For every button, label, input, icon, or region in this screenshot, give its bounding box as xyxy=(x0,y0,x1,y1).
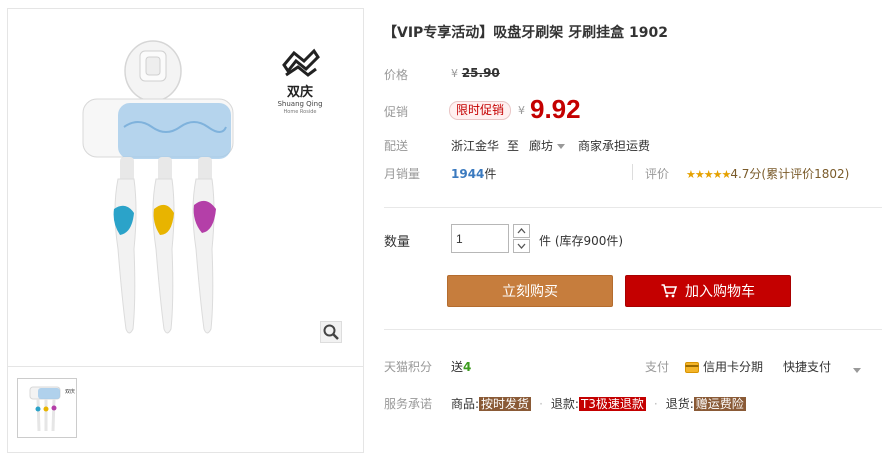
separator-dot: · xyxy=(653,397,658,411)
quantity-increase-button[interactable] xyxy=(513,224,530,238)
divider xyxy=(384,329,882,330)
promo-tag: 限时促销 xyxy=(449,101,512,120)
service-label: 服务承诺 xyxy=(384,397,433,411)
divider xyxy=(632,164,633,180)
service-items: 商品: 按时发货 · 退款: T3极速退款 · 退货: 赠运费险 xyxy=(451,395,746,412)
magnifier-icon xyxy=(323,324,339,340)
star-rating-icon: ★★★★★ xyxy=(686,168,731,181)
quantity-decrease-button[interactable] xyxy=(513,239,530,253)
chevron-down-icon[interactable] xyxy=(853,363,861,377)
promo-label: 促销 xyxy=(384,105,409,119)
promo-yen-symbol: ¥ xyxy=(518,104,525,117)
product-gallery: 双庆 Shuang Qing Home Roside 双庆 xyxy=(7,8,364,453)
delivery-city-value: 廊坊 xyxy=(529,139,554,153)
buy-now-label: 立刻购买 xyxy=(502,284,558,300)
dropdown-arrow xyxy=(853,368,861,373)
sales-count: 1944 xyxy=(451,167,485,181)
divider xyxy=(384,207,882,208)
credit-installment[interactable]: 信用卡分期 xyxy=(685,358,763,375)
points-send: 送 xyxy=(451,360,464,374)
brand-logo: 双庆 Shuang Qing Home Roside xyxy=(270,47,330,116)
service-prefix: 退货: xyxy=(665,397,694,411)
chevron-down-icon xyxy=(557,144,566,149)
original-price: ¥ 25.90 xyxy=(451,66,500,80)
service-item[interactable]: 商品: 按时发货 xyxy=(451,397,532,411)
yen-symbol: ¥ xyxy=(451,67,458,80)
service-prefix: 退款: xyxy=(550,397,579,411)
rating-label: 评价 xyxy=(645,167,670,181)
product-thumbnail[interactable]: 双庆 xyxy=(17,378,77,438)
sales-unit: 件 xyxy=(484,167,497,181)
quick-pay-select[interactable]: 快捷支付 xyxy=(783,358,831,375)
add-to-cart-label: 加入购物车 xyxy=(685,284,755,300)
chevron-down-icon xyxy=(517,243,526,249)
service-prefix: 商品: xyxy=(451,397,480,411)
rating-score: 4.7分 xyxy=(730,167,762,181)
rating-link[interactable]: ★★★★★4.7分(累计评价1802) xyxy=(686,165,849,182)
svg-text:双庆: 双庆 xyxy=(65,388,75,395)
cart-icon xyxy=(661,284,677,298)
quantity-label: 数量 xyxy=(384,235,411,250)
brand-sub: Home Roside xyxy=(283,109,317,115)
original-price-value: 25.90 xyxy=(461,66,500,80)
monthly-sales: 1944件 xyxy=(451,165,496,182)
separator-dot: · xyxy=(539,397,543,411)
delivery-label: 配送 xyxy=(384,139,409,153)
service-badge: T3极速退款 xyxy=(578,397,646,411)
service-item[interactable]: 退款: T3极速退款 xyxy=(551,397,646,411)
credit-installment-label: 信用卡分期 xyxy=(703,360,764,374)
credit-card-icon xyxy=(685,362,699,373)
promo-price: 9.92 xyxy=(530,94,581,124)
sales-label: 月销量 xyxy=(384,167,421,181)
service-item[interactable]: 退货: 赠运费险 xyxy=(666,397,746,411)
buy-now-button[interactable]: 立刻购买 xyxy=(447,275,613,307)
zoom-icon[interactable] xyxy=(320,321,342,343)
product-title: 【VIP专享活动】吸盘牙刷架 牙刷挂盒 1902 xyxy=(383,25,669,41)
service-badge: 赠运费险 xyxy=(693,397,746,411)
brand-name-en: Shuang Qing xyxy=(277,100,323,108)
payment-label: 支付 xyxy=(645,360,670,374)
brand-name-cn: 双庆 xyxy=(286,85,313,100)
quick-pay-label: 快捷支付 xyxy=(783,360,832,374)
points-value: 送4 xyxy=(451,358,471,375)
service-badge: 按时发货 xyxy=(479,397,532,411)
chevron-up-icon xyxy=(517,228,526,234)
points-label: 天猫积分 xyxy=(384,360,433,374)
points-amount: 4 xyxy=(463,360,472,374)
stock-note: 件 (库存900件) xyxy=(539,234,624,248)
thumbnail-image: 双庆 xyxy=(29,386,75,432)
delivery-city-select[interactable]: 廊坊 xyxy=(529,137,566,154)
shipping-note: 商家承担运费 xyxy=(578,139,651,153)
price-label: 价格 xyxy=(384,68,409,82)
quantity-input[interactable] xyxy=(451,224,509,253)
brand-logo-mark xyxy=(282,48,320,77)
rating-total: (累计评价1802) xyxy=(761,167,850,181)
main-product-image[interactable]: 双庆 Shuang Qing Home Roside xyxy=(8,9,363,367)
delivery-from: 浙江金华 xyxy=(451,139,500,153)
add-to-cart-button[interactable]: 加入购物车 xyxy=(625,275,791,307)
delivery-to-word: 至 xyxy=(507,139,520,153)
